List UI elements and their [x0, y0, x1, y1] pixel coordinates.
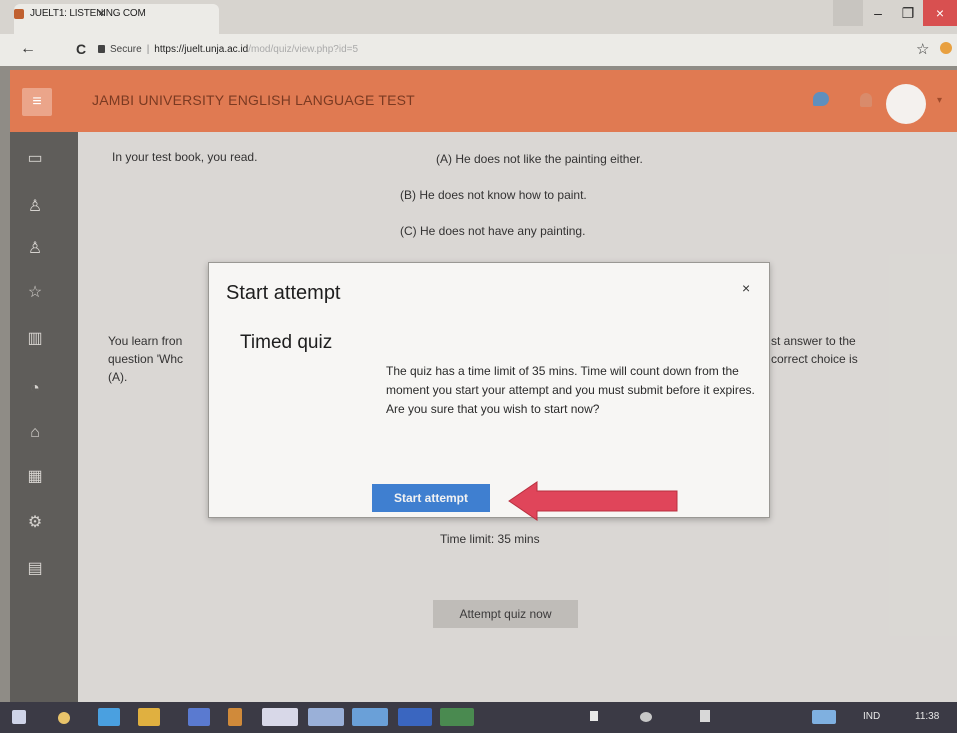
window-close-icon[interactable]: × — [923, 0, 957, 26]
back-icon[interactable]: ← — [20, 40, 36, 58]
site-title[interactable]: JAMBI UNIVERSITY ENGLISH LANGUAGE TEST — [92, 92, 415, 108]
url-secure-label: Secure — [110, 43, 142, 55]
dialog-message: The quiz has a time limit of 35 mins. Ti… — [386, 364, 755, 416]
user-icon[interactable]: ♙ — [26, 240, 44, 258]
gauge-icon[interactable]: ◔ — [26, 380, 44, 398]
menu-icon[interactable]: ≡ — [22, 88, 52, 116]
network-icon[interactable] — [700, 710, 710, 722]
bookmark-star-icon[interactable]: ☆ — [916, 40, 929, 58]
start-attempt-button[interactable]: Start attempt — [372, 484, 490, 512]
minimize-icon[interactable]: – — [863, 0, 893, 26]
app-icon[interactable] — [228, 708, 242, 726]
message-icon[interactable] — [813, 92, 829, 106]
tab-close-icon[interactable]: × — [98, 6, 105, 20]
url-separator: | — [146, 43, 150, 55]
tray-icon[interactable] — [590, 711, 598, 721]
excel-icon[interactable] — [440, 708, 474, 726]
library-icon[interactable]: ▤ — [26, 560, 44, 578]
word-icon[interactable] — [398, 708, 432, 726]
tab-title: JUELT1: LISTENING COM — [30, 8, 146, 19]
app-icon[interactable] — [352, 708, 388, 726]
extension-icon[interactable] — [940, 42, 952, 54]
user-avatar[interactable] — [886, 84, 926, 124]
home-icon[interactable]: ⌂ — [26, 424, 44, 442]
settings-icon[interactable]: ⚙ — [26, 514, 44, 532]
clock[interactable]: 11:38 — [915, 711, 939, 722]
window-controls: – ❐ × — [833, 0, 957, 30]
lock-icon — [98, 45, 105, 53]
folder-icon[interactable]: ▭ — [26, 150, 44, 168]
tray-icon[interactable] — [640, 712, 652, 722]
user-search-icon[interactable]: ♙ — [26, 198, 44, 216]
explorer-icon[interactable] — [138, 708, 160, 726]
window-mode-icon[interactable] — [833, 0, 863, 26]
reload-icon[interactable]: C — [76, 41, 86, 57]
url-host: https://juelt.unja.ac.id — [154, 43, 249, 55]
tray-icon[interactable] — [812, 710, 836, 724]
url-field[interactable]: Secure | https://juelt.unja.ac.id /mod/q… — [98, 38, 898, 60]
dialog-subtitle: Timed quiz — [240, 332, 333, 353]
edge-icon[interactable] — [98, 708, 120, 726]
windows-start-icon[interactable] — [12, 710, 26, 724]
chrome-icon[interactable] — [262, 708, 298, 726]
photos-icon[interactable] — [308, 708, 344, 726]
dialog-close-icon[interactable]: × — [742, 280, 750, 296]
dialog-title: Start attempt — [226, 282, 341, 304]
book-icon[interactable]: ▥ — [26, 330, 44, 348]
calendar-icon[interactable]: ▦ — [26, 468, 44, 486]
taskbar-app-icon[interactable] — [58, 712, 70, 724]
favicon-icon — [14, 9, 24, 19]
input-language[interactable]: IND — [863, 711, 880, 722]
restore-icon[interactable]: ❐ — [893, 0, 923, 26]
star-icon[interactable]: ☆ — [26, 284, 44, 302]
url-path: /mod/quiz/view.php?id=5 — [248, 43, 359, 55]
user-menu-caret-icon[interactable]: ▾ — [937, 95, 942, 106]
pointer-arrow-icon — [508, 481, 678, 521]
sidebar — [10, 132, 78, 702]
notification-bell-icon[interactable] — [860, 93, 872, 107]
app-icon[interactable] — [188, 708, 210, 726]
